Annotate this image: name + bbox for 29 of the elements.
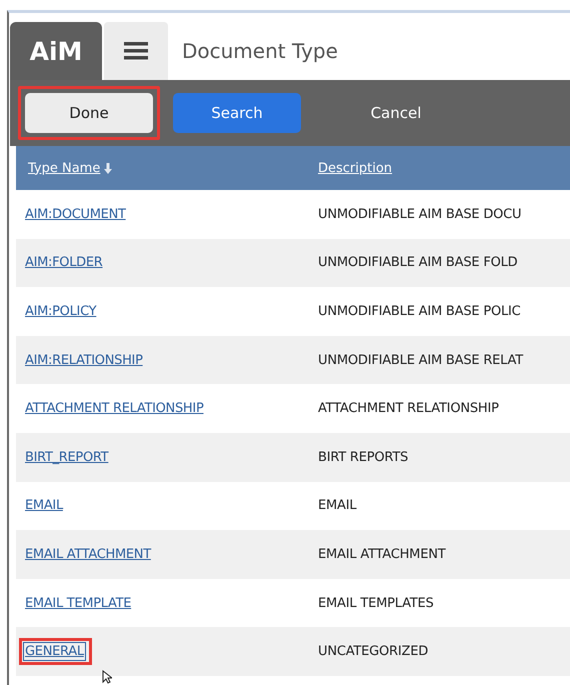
table-cell-text: ATTACHMENT RELATIONSHIP — [317, 401, 500, 416]
table-cell-text: UNCATEGORIZED — [317, 644, 430, 660]
column-header[interactable]: Description — [306, 160, 570, 176]
menu-button[interactable] — [104, 22, 168, 80]
table-cell-text: BIRT REPORTS — [317, 450, 410, 465]
cancel-button[interactable]: Cancel — [321, 93, 471, 133]
type-name-link[interactable]: ATTACHMENT RELATIONSHIP — [25, 401, 204, 416]
table-cell-text: UNMODIFIABLE AIM BASE DOCU — [317, 206, 522, 222]
type-name-link[interactable]: EMAIL — [25, 498, 63, 514]
type-name-link[interactable]: BIRT_REPORT — [25, 450, 108, 465]
type-name-link[interactable]: AIM:POLICY — [25, 304, 96, 319]
table-cell-text: UNMODIFIABLE AIM BASE POLIC — [317, 304, 522, 319]
table-cell-text: EMAIL ATTACHMENT — [317, 546, 447, 562]
column-header[interactable]: Type Name — [16, 160, 306, 176]
table-cell-text: UNMODIFIABLE AIM BASE FOLD — [317, 255, 518, 270]
app-logo[interactable]: AiM — [10, 22, 102, 80]
type-name-link[interactable]: AIM:FOLDER — [25, 255, 103, 270]
menu-icon — [124, 42, 148, 60]
done-button[interactable]: Done — [25, 93, 153, 133]
type-name-link[interactable]: AIM:DOCUMENT — [25, 206, 126, 222]
type-name-link[interactable]: GENERAL — [25, 644, 84, 660]
table-cell-text: UNMODIFIABLE AIM BASE RELAT — [317, 352, 524, 368]
page-title: Document Type — [181, 38, 338, 65]
table-cell-text: EMAIL TEMPLATES — [317, 596, 435, 611]
type-name-link[interactable]: AIM:RELATIONSHIP — [25, 352, 143, 368]
type-name-link[interactable]: EMAIL ATTACHMENT — [25, 546, 151, 562]
table-cell-text: EMAIL — [317, 498, 358, 514]
type-name-link[interactable]: EMAIL TEMPLATE — [25, 596, 132, 611]
search-button[interactable]: Search — [173, 93, 301, 133]
